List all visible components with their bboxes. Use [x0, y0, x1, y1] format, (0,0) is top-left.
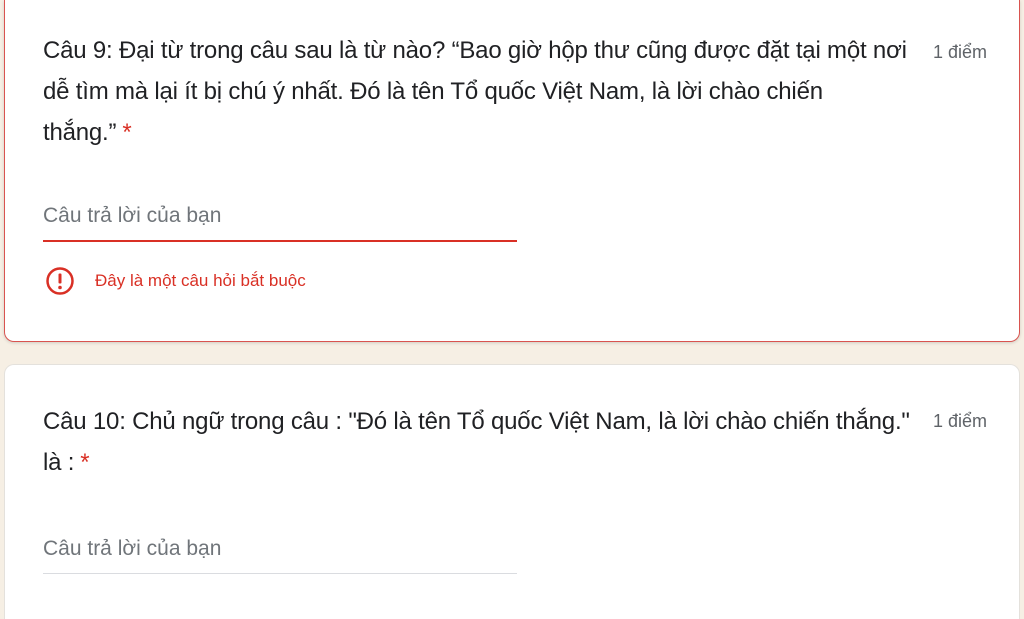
error-circle-icon — [46, 267, 74, 295]
error-message: Đây là một câu hỏi bắt buộc — [95, 271, 306, 290]
answer-input[interactable] — [43, 529, 517, 574]
validation-error: Đây là một câu hỏi bắt buộc — [45, 266, 306, 296]
question-text: Câu 9: Đại từ trong câu sau là từ nào? “… — [43, 37, 907, 146]
required-asterisk: * — [122, 119, 132, 146]
points-label: 1 điểm — [932, 42, 987, 62]
question-text: Câu 10: Chủ ngữ trong câu : "Đó là tên T… — [43, 408, 910, 476]
points-label: 1 điểm — [932, 411, 987, 431]
question-card-9: Câu 9: Đại từ trong câu sau là từ nào? “… — [4, 0, 1020, 342]
required-asterisk: * — [80, 449, 90, 476]
form-page: Câu 9: Đại từ trong câu sau là từ nào? “… — [0, 0, 1024, 619]
question-title: Câu 9: Đại từ trong câu sau là từ nào? “… — [43, 30, 913, 153]
question-title: Câu 10: Chủ ngữ trong câu : "Đó là tên T… — [43, 401, 913, 483]
question-card-10: Câu 10: Chủ ngữ trong câu : "Đó là tên T… — [4, 364, 1020, 619]
answer-input[interactable] — [43, 196, 517, 242]
